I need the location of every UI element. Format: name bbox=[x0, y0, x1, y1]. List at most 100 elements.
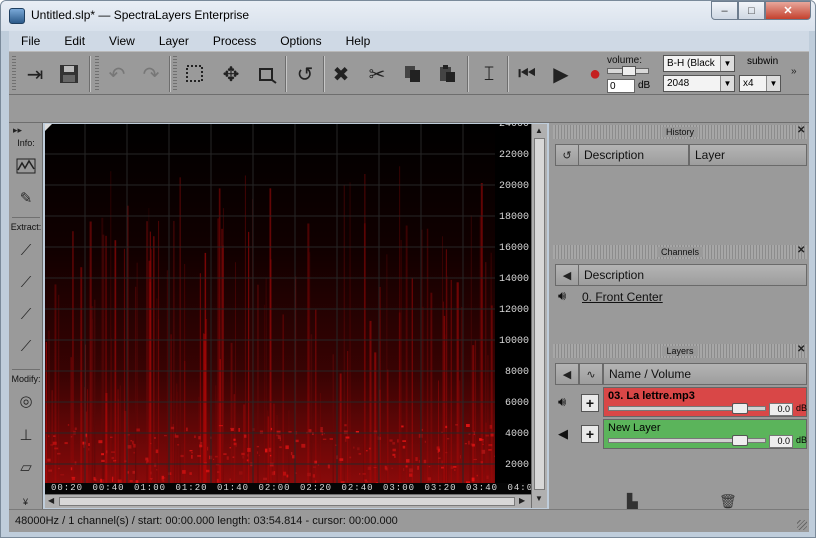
frequency-tick-label: 8000 bbox=[504, 367, 529, 378]
scroll-left-icon[interactable]: ◀ bbox=[48, 496, 54, 505]
subwin-label: subwin bbox=[747, 56, 779, 67]
cut-icon[interactable]: ✂ bbox=[363, 60, 391, 88]
expand-tools-icon[interactable]: ¥ bbox=[23, 497, 28, 507]
spectrogram-streak bbox=[444, 334, 446, 484]
speaker-muted-icon[interactable]: ◀ bbox=[558, 426, 568, 442]
spectrogram-speck bbox=[385, 467, 388, 471]
delete-icon[interactable]: ✖ bbox=[327, 60, 355, 88]
maximize-button[interactable]: □ bbox=[738, 1, 765, 20]
channels-col-description[interactable]: Description bbox=[578, 264, 807, 286]
volume-slider-knob[interactable] bbox=[622, 66, 636, 76]
horizontal-scrollbar[interactable]: ◀ ▶ bbox=[45, 494, 531, 508]
menu-help[interactable]: Help bbox=[334, 34, 383, 48]
menu-process[interactable]: Process bbox=[201, 34, 268, 48]
spectrogram-speck bbox=[441, 466, 444, 469]
channel-item[interactable]: 0. Front Center bbox=[582, 290, 663, 304]
layer-expand-button[interactable]: + bbox=[581, 425, 599, 443]
clone-icon[interactable]: ◎ bbox=[13, 388, 39, 414]
rect-select-icon[interactable] bbox=[181, 60, 209, 88]
layer-item[interactable]: 03. La lettre.mp3 0.0 dB bbox=[603, 387, 807, 417]
move-icon[interactable]: ✥ bbox=[217, 60, 245, 88]
spectrogram-streak bbox=[332, 354, 334, 484]
spectrogram-view[interactable]: 24000 22000 20000 18000 16000 14000 12000 10000… bbox=[45, 124, 531, 494]
vertical-scroll-thumb[interactable] bbox=[534, 138, 545, 490]
layer-volume-slider[interactable] bbox=[608, 435, 766, 446]
layer-volume-knob[interactable] bbox=[732, 403, 748, 414]
copy-icon[interactable] bbox=[399, 60, 427, 88]
spectrogram-streak bbox=[198, 396, 200, 484]
layers-col-name-volume[interactable]: Name / Volume bbox=[603, 363, 807, 385]
history-close-icon[interactable]: ✕ bbox=[797, 125, 805, 136]
scroll-down-icon[interactable]: ▼ bbox=[535, 494, 543, 503]
channels-close-icon[interactable]: ✕ bbox=[797, 245, 805, 256]
speaker-icon[interactable]: 🔊︎ bbox=[558, 288, 566, 304]
layer-expand-button[interactable]: + bbox=[581, 394, 599, 412]
undo-icon[interactable]: ↶ bbox=[103, 60, 131, 88]
minimize-button[interactable]: – bbox=[711, 1, 738, 20]
new-layer-icon[interactable]: ▙ bbox=[627, 493, 638, 510]
save-icon[interactable] bbox=[55, 60, 83, 88]
scroll-up-icon[interactable]: ▲ bbox=[535, 126, 543, 135]
rewind-icon[interactable]: ⏮ bbox=[513, 60, 541, 88]
spectrogram-speck bbox=[88, 448, 90, 451]
frequency-tick-label: 22000 bbox=[498, 150, 529, 161]
crop-icon[interactable] bbox=[253, 60, 281, 88]
layer-volume-knob[interactable] bbox=[732, 435, 748, 446]
cursor-icon[interactable]: 𝙸 bbox=[475, 60, 503, 88]
spectrogram-speck bbox=[450, 466, 454, 469]
volume-input[interactable] bbox=[607, 79, 635, 93]
layer-volume-value[interactable]: 0.0 bbox=[769, 435, 793, 448]
trash-icon[interactable]: 🗑︎ bbox=[719, 493, 737, 510]
spectrogram-streak bbox=[399, 166, 401, 484]
play-icon[interactable]: ▶ bbox=[547, 60, 575, 88]
stamp-icon[interactable]: ⊥ bbox=[13, 422, 39, 448]
spectrogram-speck bbox=[113, 460, 116, 462]
resize-grip[interactable] bbox=[797, 520, 807, 530]
layer-item[interactable]: New Layer 0.0 dB bbox=[603, 419, 807, 449]
spectrogram-speck bbox=[182, 470, 186, 474]
layers-close-icon[interactable]: ✕ bbox=[797, 344, 805, 355]
subwin-select[interactable]: x4 ▼ bbox=[739, 75, 781, 92]
history-col-layer[interactable]: Layer bbox=[689, 144, 807, 166]
close-button[interactable]: ✕ bbox=[765, 1, 811, 20]
extract-brush-icon[interactable]: ⟋ bbox=[13, 237, 39, 263]
volume-slider[interactable] bbox=[607, 66, 649, 76]
extract-transient-icon[interactable]: ⟋ bbox=[13, 333, 39, 359]
paste-icon[interactable] bbox=[433, 60, 461, 88]
spectrogram-speck bbox=[312, 474, 315, 478]
extract-noise-icon[interactable]: ⟋ bbox=[13, 301, 39, 327]
toolbar-grip[interactable] bbox=[12, 56, 16, 92]
spectrogram-streak bbox=[248, 231, 250, 484]
menu-layer[interactable]: Layer bbox=[147, 34, 201, 48]
redo-icon[interactable]: ↷ bbox=[137, 60, 165, 88]
spectrogram-streak bbox=[215, 385, 217, 484]
channel-mute-icon[interactable]: ◀ bbox=[555, 264, 579, 286]
menu-options[interactable]: Options bbox=[268, 34, 333, 48]
layer-mute-col-icon[interactable]: ◀ bbox=[555, 363, 579, 385]
eyedropper-icon[interactable]: ✎ bbox=[13, 185, 39, 211]
menu-edit[interactable]: Edit bbox=[52, 34, 97, 48]
menu-file[interactable]: File bbox=[9, 34, 52, 48]
toolbar-overflow-icon[interactable]: » bbox=[791, 66, 797, 77]
history-revert-icon[interactable]: ↺ bbox=[555, 144, 579, 166]
layer-wave-col-icon[interactable]: ∿ bbox=[579, 363, 603, 385]
extract-harmonic-icon[interactable]: ⟋ bbox=[13, 269, 39, 295]
history-col-description[interactable]: Description bbox=[578, 144, 689, 166]
collapse-panel-icon[interactable]: ▸▸ bbox=[13, 125, 22, 136]
layer-volume-value[interactable]: 0.0 bbox=[769, 403, 793, 416]
horizontal-scroll-thumb[interactable] bbox=[59, 497, 515, 506]
colormap-select[interactable]: B-H (Black ▼ bbox=[663, 55, 735, 72]
import-icon[interactable]: ⇥ bbox=[21, 60, 49, 88]
scroll-right-icon[interactable]: ▶ bbox=[519, 496, 525, 505]
eraser-icon[interactable]: ▱ bbox=[13, 454, 39, 480]
app-logo-icon bbox=[9, 8, 25, 24]
history-list[interactable] bbox=[555, 167, 807, 241]
loop-icon[interactable]: ↺ bbox=[291, 60, 319, 88]
record-icon[interactable]: ● bbox=[581, 60, 609, 88]
vertical-scrollbar[interactable]: ▲ ▼ bbox=[531, 124, 547, 508]
fft-size-select[interactable]: 2048 ▼ bbox=[663, 75, 735, 92]
speaker-icon[interactable]: 🔊︎ bbox=[558, 394, 566, 410]
menu-view[interactable]: View bbox=[97, 34, 147, 48]
layer-volume-slider[interactable] bbox=[608, 403, 766, 414]
waveform-info-icon[interactable] bbox=[13, 153, 39, 179]
